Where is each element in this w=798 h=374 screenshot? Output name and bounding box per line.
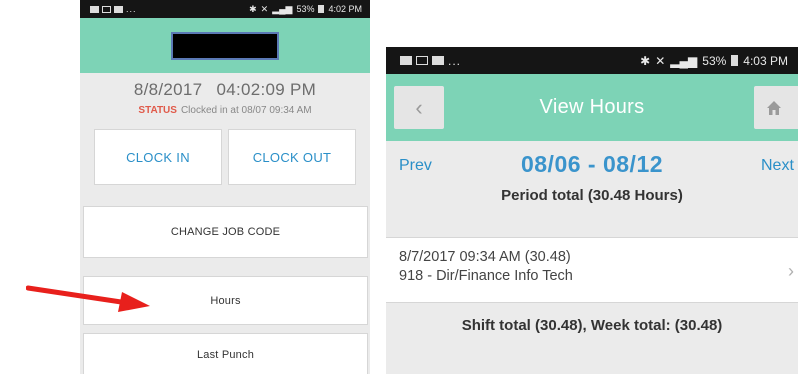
notification-icons: ... (90, 4, 137, 14)
mute-icon: ✕ (655, 53, 666, 68)
shift-week-total: Shift total (30.48), Week total: (30.48) (461, 317, 723, 334)
change-job-code-button[interactable]: CHANGE JOB CODE (83, 206, 368, 258)
home-button[interactable] (754, 86, 798, 129)
signal-icon: ▂▄▆ (670, 53, 698, 68)
current-time: 04:02:09 PM (216, 80, 317, 99)
period-total: Period total (30.48 Hours) (501, 187, 683, 204)
app-icon (432, 56, 444, 65)
gallery-icon (102, 5, 111, 13)
back-button[interactable]: ‹ (394, 86, 444, 129)
last-punch-button[interactable]: Last Punch (83, 333, 368, 374)
notification-icons: ... (400, 54, 461, 68)
battery-icon (731, 55, 739, 66)
status-time: 4:02 PM (328, 4, 362, 14)
left-phone-screen: ... ✱ ✕ ▂▄▆ 53% 4:02 PM 8/8/2017 04:02:09… (80, 0, 370, 374)
chevron-left-icon: ‹ (415, 94, 423, 120)
left-header (80, 18, 370, 73)
shift-row[interactable]: 8/7/2017 09:34 AM (30.48) 918 - Dir/Fina… (386, 237, 798, 303)
right-header: ‹ View Hours (386, 74, 798, 141)
right-status-bar: ... ✱ ✕ ▂▄▆ 53% 4:03 PM (386, 47, 798, 74)
next-link[interactable]: Next (761, 157, 794, 175)
mute-icon: ✕ (260, 3, 269, 14)
shift-job-code: 918 - Dir/Finance Info Tech (399, 268, 573, 284)
status-label: STATUS (138, 105, 177, 116)
home-icon (767, 100, 781, 115)
clock-status: STATUS Clocked in at 08/07 09:34 AM (80, 105, 370, 116)
clock-out-button[interactable]: CLOCK OUT (228, 129, 356, 185)
status-time: 4:03 PM (743, 53, 788, 68)
current-date: 8/8/2017 (133, 80, 203, 99)
right-phone-screen: ... ✱ ✕ ▂▄▆ 53% 4:03 PM ‹ View Hours 08/… (386, 47, 798, 374)
notification-icon (90, 5, 99, 13)
battery-percent: 53% (702, 53, 727, 68)
battery-percent: 53% (296, 4, 315, 14)
signal-icon: ▂▄▆ (272, 3, 293, 14)
bluetooth-icon: ✱ (249, 3, 257, 14)
gallery-icon (416, 56, 428, 65)
notification-icon (400, 56, 412, 65)
status-text: Clocked in at 08/07 09:34 AM (180, 105, 312, 116)
shift-datetime: 8/7/2017 09:34 AM (30.48) (399, 249, 571, 265)
system-icons: ✱ ✕ ▂▄▆ 53% 4:03 PM (640, 54, 788, 68)
bluetooth-icon: ✱ (640, 53, 651, 68)
chevron-right-icon: › (788, 261, 794, 281)
more-icon: ... (448, 53, 462, 68)
clock-buttons: CLOCK IN CLOCK OUT (94, 129, 356, 185)
screenshot-composite: ... ✱ ✕ ▂▄▆ 53% 4:02 PM 8/8/2017 04:02:09… (0, 0, 798, 374)
left-status-bar: ... ✱ ✕ ▂▄▆ 53% 4:02 PM (80, 0, 370, 18)
prev-link[interactable]: Prev (399, 157, 432, 175)
app-icon (114, 5, 123, 13)
more-icon: ... (126, 4, 137, 14)
date-range: 08/06 - 08/12 (520, 151, 664, 177)
clock-in-button[interactable]: CLOCK IN (94, 129, 222, 185)
current-datetime: 8/8/2017 04:02:09 PM (80, 80, 370, 100)
page-title: View Hours (539, 96, 645, 118)
period-navigation: 08/06 - 08/12 Prev Next (386, 141, 798, 187)
red-arrow-icon (26, 285, 150, 312)
system-icons: ✱ ✕ ▂▄▆ 53% 4:02 PM (249, 4, 362, 15)
battery-icon (318, 5, 325, 13)
redacted-name-box (171, 31, 279, 60)
